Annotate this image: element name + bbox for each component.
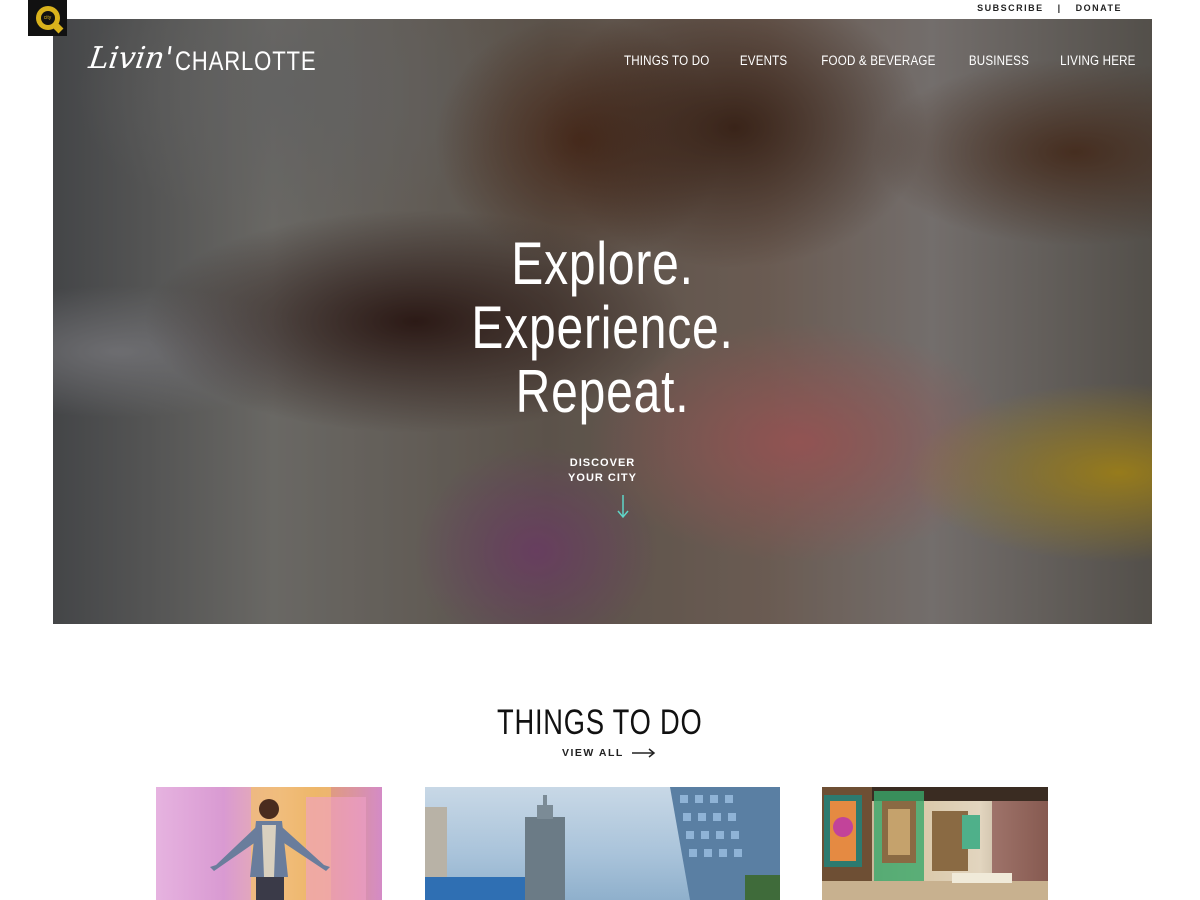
gallery-image (822, 787, 1048, 900)
view-all-label: VIEW ALL (562, 747, 624, 759)
donate-link[interactable]: DONATE (1076, 3, 1122, 13)
nav-business[interactable]: BUSINESS (961, 53, 1038, 68)
section-title: THINGS TO DO (0, 703, 1200, 743)
discover-city-link[interactable]: DISCOVER YOUR CITY (53, 456, 1152, 486)
utility-bar: SUBSCRIBE | DONATE (0, 0, 1200, 18)
nav-food-beverage[interactable]: FOOD & BEVERAGE (812, 53, 943, 68)
q-logo-text: city (40, 11, 55, 25)
hero-headline: Explore. Experience. Repeat. (53, 232, 1152, 424)
subscribe-link[interactable]: SUBSCRIBE (977, 3, 1044, 13)
headline-line-experience: Experience. (471, 294, 734, 361)
nav-things-to-do[interactable]: THINGS TO DO (615, 53, 718, 68)
discover-line-1: DISCOVER (569, 457, 636, 469)
things-to-do-heading: THINGS TO DO (497, 703, 703, 742)
performer-image (210, 787, 366, 900)
main-navigation: THINGS TO DO EVENTS FOOD & BEVERAGE BUSI… (607, 53, 1152, 68)
skyline-image (425, 787, 780, 900)
hero-banner: Livin' CHARLOTTE THINGS TO DO EVENTS FOO… (53, 19, 1152, 624)
logo-script: Livin' (86, 41, 176, 76)
headline-line-repeat: Repeat. (515, 358, 690, 425)
headline-line-explore: Explore. (511, 230, 694, 297)
thing-card-performer[interactable] (156, 787, 382, 900)
nav-living-here[interactable]: LIVING HERE (1052, 53, 1145, 68)
utility-separator: | (1057, 3, 1062, 13)
logo-wordmark: CHARLOTTE (174, 46, 317, 76)
site-logo[interactable]: Livin' CHARLOTTE (86, 39, 347, 79)
discover-line-2: YOUR CITY (568, 472, 637, 484)
q-logo-icon: city (35, 6, 63, 34)
queen-city-logo[interactable]: city (28, 0, 67, 36)
arrow-down-icon[interactable] (616, 495, 630, 519)
arrow-right-icon (631, 748, 655, 758)
thing-card-skyline[interactable] (425, 787, 780, 900)
thing-card-gallery[interactable] (822, 787, 1048, 900)
nav-events[interactable]: EVENTS (732, 53, 797, 68)
q-logo-tail (53, 23, 63, 34)
utility-links: SUBSCRIBE | DONATE (977, 3, 1122, 13)
view-all-link[interactable]: VIEW ALL (562, 747, 656, 759)
